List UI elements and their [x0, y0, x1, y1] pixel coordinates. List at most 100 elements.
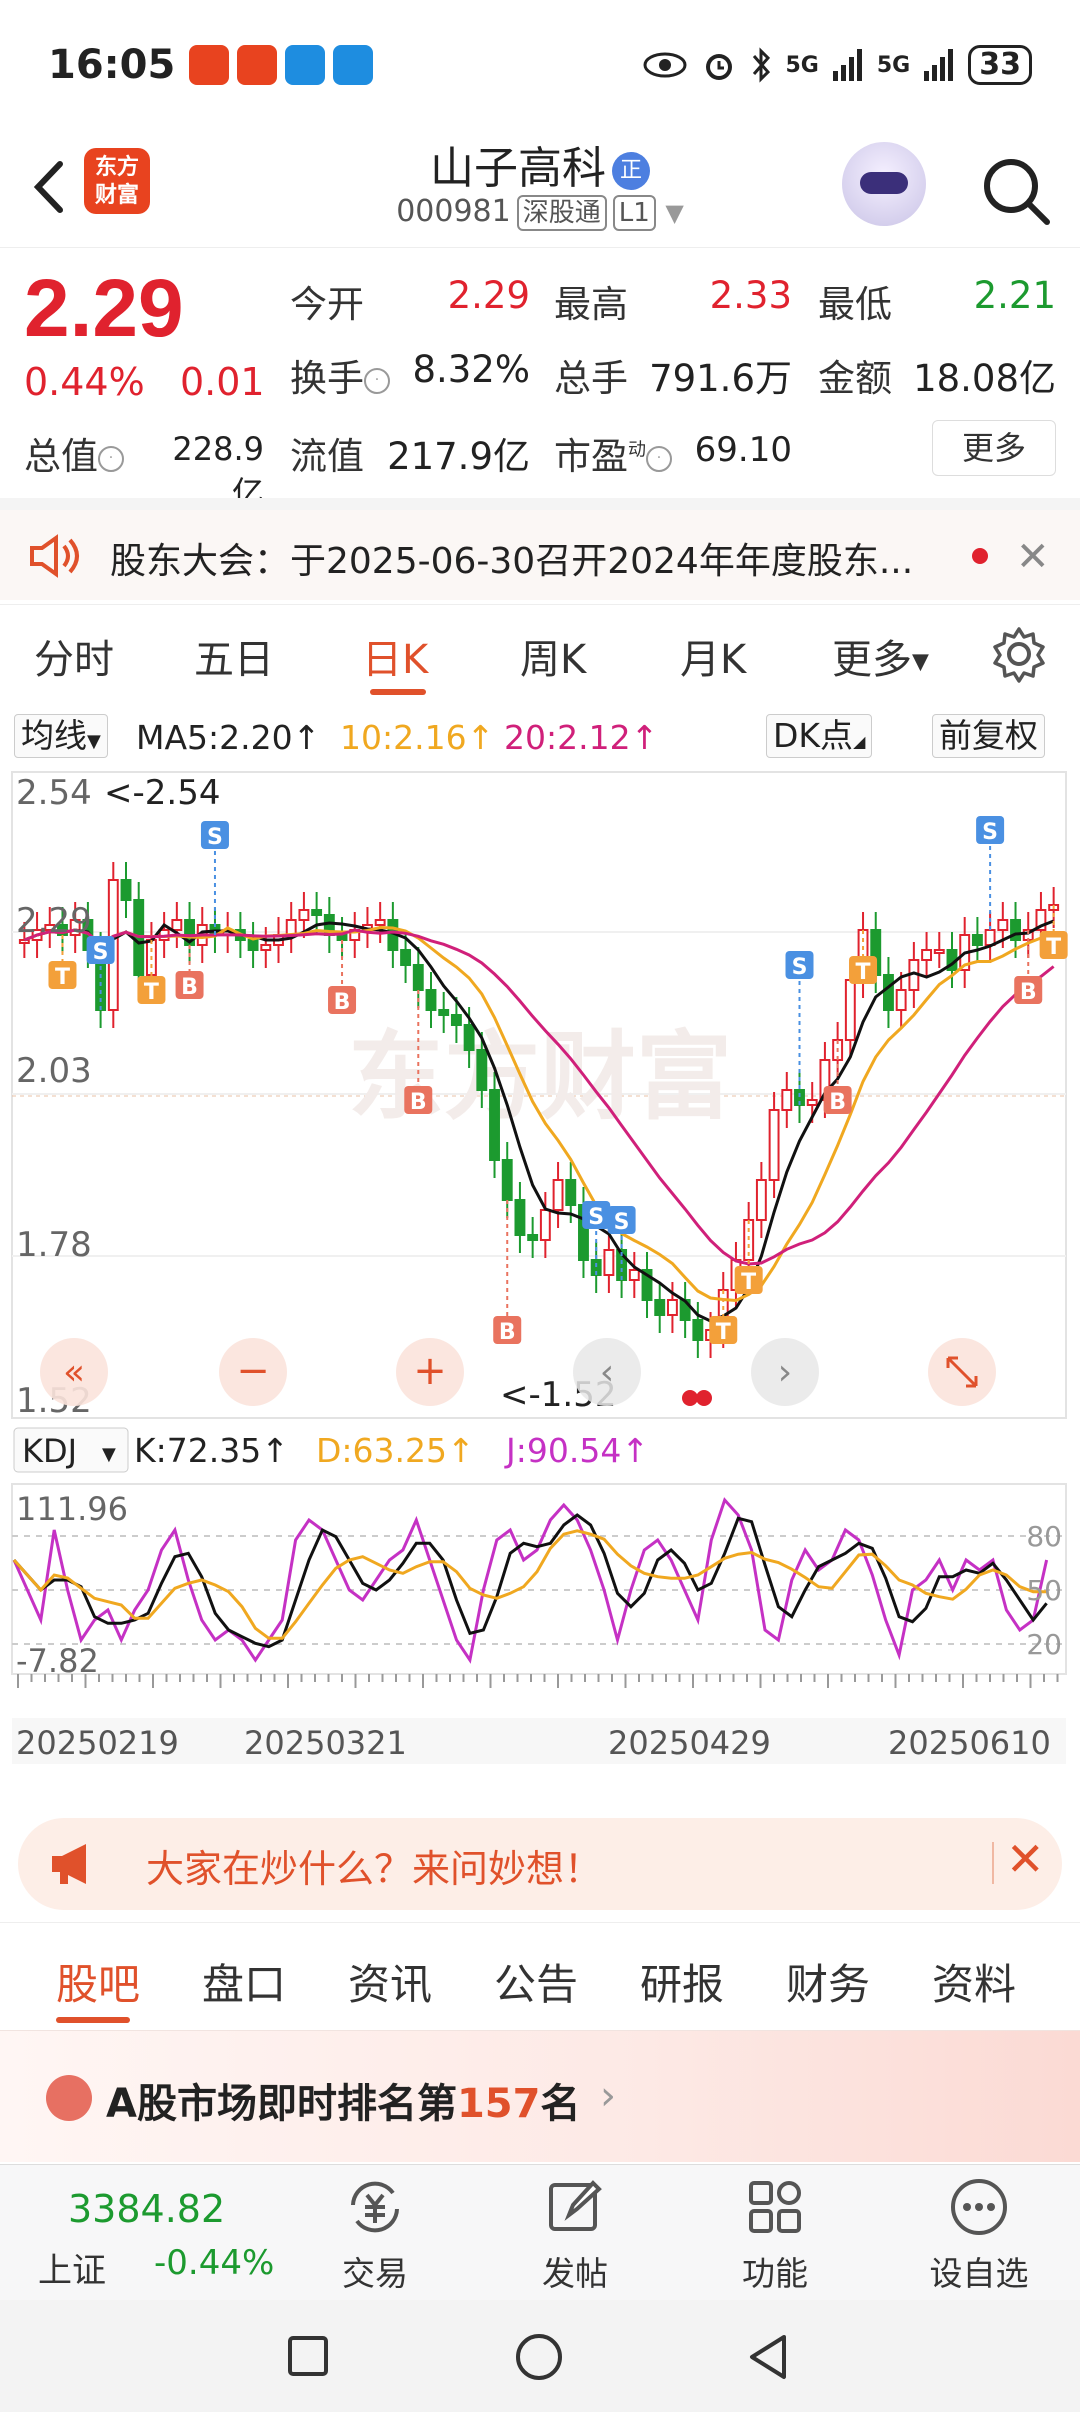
candle-body — [565, 1179, 577, 1206]
float-cap-value: 217.9亿 — [387, 435, 530, 478]
close-icon[interactable]: ✕ — [1016, 534, 1050, 580]
next-candle-button[interactable]: › — [751, 1338, 819, 1406]
pe-sup: 动 — [628, 439, 646, 461]
post-button[interactable]: 发帖 — [500, 2175, 650, 2295]
ask-banner-text: 大家在炒什么？来问妙想！ — [146, 1847, 603, 1891]
tab-announcements[interactable]: 公告 — [494, 1951, 578, 2012]
low-value: 2.21 — [973, 274, 1056, 317]
add-watchlist-button[interactable]: 设自选 — [904, 2175, 1054, 2295]
candle-body — [883, 974, 894, 1011]
candle-body — [984, 929, 996, 946]
toolbar-label: 发帖 — [542, 2254, 608, 2293]
signal-marker-letter: S — [982, 820, 998, 845]
signal-marker-letter: T — [716, 1320, 731, 1345]
tab-profile[interactable]: 资料 — [932, 1951, 1016, 2012]
gear-icon[interactable] — [990, 625, 1048, 683]
search-icon[interactable] — [975, 150, 1055, 230]
tab-news[interactable]: 资讯 — [348, 1951, 432, 2012]
info-icon[interactable]: · — [364, 367, 390, 394]
tab-weekly-k[interactable]: 周K — [520, 627, 586, 685]
info-icon[interactable]: · — [646, 445, 672, 472]
kdj-level-label: 20 — [1026, 1628, 1062, 1661]
svg-text:‹: ‹ — [600, 1352, 614, 1393]
status-bar: 16:05 5G 5G 33 — [0, 0, 1080, 130]
turnover-label: 换手 · — [290, 348, 390, 402]
more-quote-button[interactable]: 更多 — [932, 420, 1056, 476]
alarm-icon — [705, 54, 732, 80]
market-rank-banner[interactable]: A股市场即时排名第157名 › — [0, 2030, 1080, 2162]
chart-scroll-left-button[interactable]: « — [40, 1338, 108, 1406]
functions-button[interactable]: 功能 — [700, 2175, 850, 2295]
signal-marker-letter: B — [181, 975, 198, 1000]
eye-icon — [643, 52, 686, 78]
trade-button[interactable]: 交易 — [300, 2175, 450, 2295]
svg-text:+: + — [413, 1348, 447, 1394]
tab-intraday[interactable]: 分时 — [34, 627, 114, 685]
candle-body — [806, 1099, 818, 1106]
svg-text:▼: ▼ — [102, 1444, 116, 1465]
bluetooth-icon — [752, 47, 770, 83]
turnover-value: 8.32% — [412, 348, 530, 391]
y-label: 2.29 — [16, 901, 92, 941]
indicator-select[interactable]: 均线▼ — [14, 714, 108, 758]
assistant-robot-icon[interactable] — [842, 142, 926, 226]
market-cap-label-text: 总值 — [24, 435, 98, 478]
dropdown-caret-icon: ▼ — [665, 199, 684, 227]
stock-header: 东方 财富 山子高科正 000981 深股通 L1 ▼ — [0, 130, 1080, 248]
back-nav-icon[interactable] — [744, 2332, 792, 2382]
tab-financials[interactable]: 财务 — [786, 1951, 870, 2012]
volume-label: 总手 — [554, 357, 628, 400]
svg-text:«: « — [63, 1352, 85, 1393]
dk-point-button[interactable]: DK点◢ — [766, 714, 873, 758]
grid-icon — [749, 2181, 801, 2233]
event-dot — [682, 1390, 698, 1406]
candle-body — [311, 909, 323, 916]
unread-dot — [972, 548, 988, 564]
tab-guba[interactable]: 股吧 — [56, 1951, 140, 2012]
browser-notification-icon — [285, 45, 326, 85]
candle-body — [438, 1009, 450, 1016]
pe-label: 市盈动 · — [554, 426, 672, 480]
zoom-out-button[interactable]: − — [219, 1338, 287, 1406]
candle-body — [476, 1049, 488, 1091]
open-value: 2.29 — [447, 274, 530, 317]
pe-label-text: 市盈 — [554, 435, 628, 478]
tab-research[interactable]: 研报 — [640, 1951, 724, 2012]
ask-banner[interactable]: 大家在炒什么？来问妙想！ ✕ — [18, 1818, 1062, 1910]
high-value: 2.33 — [709, 274, 792, 317]
close-icon[interactable]: ✕ — [1006, 1832, 1045, 1886]
change-percent: 0.44% — [24, 360, 145, 404]
corner-caret-icon: ◢ — [853, 732, 866, 751]
tab-daily-k[interactable]: 日K — [362, 627, 428, 685]
home-icon[interactable] — [514, 2332, 564, 2382]
quote-panel: 2.29 0.44% 0.01 今开 2.29 最高 2.33 最低 2.21 … — [0, 250, 1080, 512]
candle-body — [425, 989, 437, 1011]
x-axis-ticks — [17, 1674, 1059, 1688]
tab-pankou[interactable]: 盘口 — [202, 1951, 286, 2012]
tab-monthly-k[interactable]: 月K — [680, 627, 746, 685]
kline-chart[interactable]: 东方财富 SSBBBBSSTTSBTSBTTT 2.54 2.29 2.03 1… — [0, 760, 1080, 1800]
level-tag: L1 — [612, 195, 656, 231]
content-tabs: 股吧 盘口 资讯 公告 研报 财务 资料 — [0, 1922, 1080, 2030]
signal-marker-letter: S — [792, 955, 808, 980]
zoom-in-button[interactable]: + — [396, 1338, 464, 1406]
signal-marker-letter: S — [614, 1210, 630, 1235]
kdj-indicator-select[interactable]: KDJ ▼ — [13, 1427, 129, 1473]
rank-prefix: A股市场即时排名第 — [106, 2081, 457, 2127]
bottom-toolbar: 3384.82 上证 -0.44% 交易 发帖 功能 设自选 — [0, 2164, 1080, 2300]
candle-body — [260, 944, 272, 951]
notice-bar[interactable]: 股东大会：于2025-06-30召开2024年年度股东... ✕ — [0, 498, 1080, 600]
candle-body — [692, 1319, 704, 1341]
prev-candle-button[interactable]: ‹ — [573, 1338, 641, 1406]
tab-more[interactable]: 更多▼ — [832, 627, 929, 685]
info-icon[interactable]: · — [98, 445, 124, 472]
candle-body — [171, 919, 183, 931]
adjust-mode-button[interactable]: 前复权 — [932, 714, 1045, 758]
recents-icon[interactable] — [286, 2334, 330, 2378]
fullscreen-button[interactable] — [928, 1338, 996, 1406]
tab-five-day[interactable]: 五日 — [194, 627, 274, 685]
turnover-label-text: 换手 — [290, 357, 364, 400]
battery-indicator: 33 — [968, 45, 1032, 85]
candle-body — [514, 1199, 526, 1236]
rank-number: 157 — [456, 2081, 541, 2127]
